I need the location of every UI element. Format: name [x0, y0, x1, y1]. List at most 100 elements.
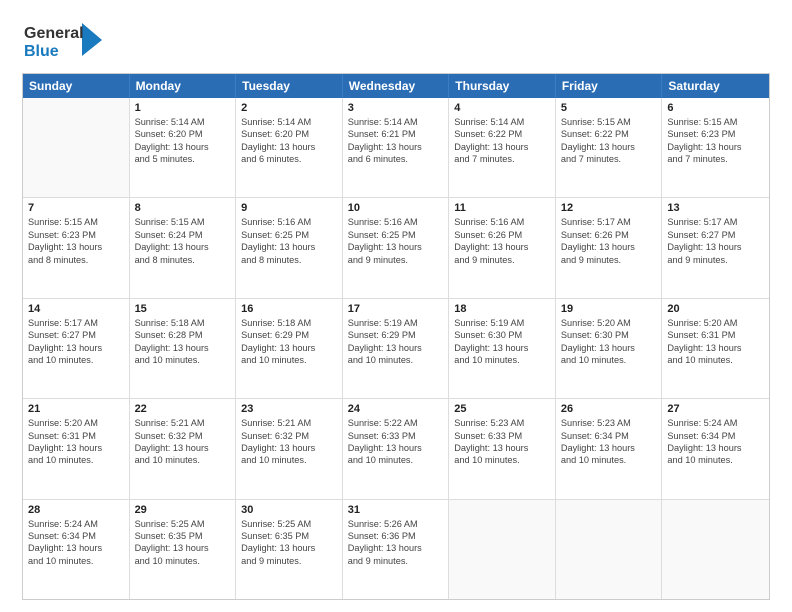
header-day-thursday: Thursday [449, 74, 556, 98]
cell-line: Sunrise: 5:18 AM [241, 317, 337, 329]
cell-line: Sunrise: 5:25 AM [135, 518, 231, 530]
day-number: 21 [28, 403, 124, 415]
cell-line: Sunset: 6:29 PM [348, 329, 444, 341]
calendar-cell-day-10: 10Sunrise: 5:16 AMSunset: 6:25 PMDayligh… [343, 198, 450, 297]
day-number: 19 [561, 303, 657, 315]
cell-line: Daylight: 13 hours [454, 141, 550, 153]
header-day-saturday: Saturday [662, 74, 769, 98]
cell-line: and 10 minutes. [28, 454, 124, 466]
cell-line: Sunrise: 5:24 AM [667, 417, 764, 429]
svg-text:General: General [24, 25, 84, 42]
cell-line: and 10 minutes. [667, 354, 764, 366]
cell-line: Daylight: 13 hours [561, 342, 657, 354]
cell-line: Daylight: 13 hours [667, 442, 764, 454]
cell-line: and 10 minutes. [135, 454, 231, 466]
cell-line: Sunset: 6:32 PM [241, 430, 337, 442]
header-day-tuesday: Tuesday [236, 74, 343, 98]
cell-line: Sunrise: 5:14 AM [135, 116, 231, 128]
calendar-cell-day-19: 19 Sunrise: 5:20 AMSunset: 6:30 PMDayligh… [556, 299, 663, 398]
day-number: 7 [28, 202, 124, 214]
day-number: 2 [241, 102, 337, 114]
cell-line: Sunrise: 5:20 AM [561, 317, 657, 329]
cell-line: Sunset: 6:27 PM [667, 229, 764, 241]
cell-line: Sunset: 6:27 PM [28, 329, 124, 341]
day-number: 1 [135, 102, 231, 114]
day-number: 4 [454, 102, 550, 114]
day-number: 27 [667, 403, 764, 415]
calendar-cell-day-4: 4Sunrise: 5:14 AMSunset: 6:22 PMDaylight… [449, 98, 556, 197]
cell-line: Sunrise: 5:16 AM [241, 216, 337, 228]
calendar-cell-day-11: 11 Sunrise: 5:16 AMSunset: 6:26 PMDayligh… [449, 198, 556, 297]
calendar-cell-day-23: 23Sunrise: 5:21 AMSunset: 6:32 PMDayligh… [236, 399, 343, 498]
cell-line: and 10 minutes. [561, 354, 657, 366]
calendar-cell-day-22: 22Sunrise: 5:21 AMSunset: 6:32 PMDayligh… [130, 399, 237, 498]
calendar-cell-day-2: 2Sunrise: 5:14 AMSunset: 6:20 PMDaylight… [236, 98, 343, 197]
cell-line: Sunrise: 5:25 AM [241, 518, 337, 530]
day-number: 3 [348, 102, 444, 114]
cell-line: Daylight: 13 hours [28, 442, 124, 454]
calendar: SundayMondayTuesdayWednesdayThursdayFrid… [22, 73, 770, 600]
day-number: 31 [348, 504, 444, 516]
cell-line: Sunset: 6:20 PM [241, 128, 337, 140]
cell-line: Sunset: 6:28 PM [135, 329, 231, 341]
day-number: 17 [348, 303, 444, 315]
cell-line: Sunset: 6:21 PM [348, 128, 444, 140]
cell-line: Sunset: 6:30 PM [561, 329, 657, 341]
cell-line: Daylight: 13 hours [28, 342, 124, 354]
cell-line: Sunset: 6:22 PM [561, 128, 657, 140]
calendar-cell-day-25: 25Sunrise: 5:23 AMSunset: 6:33 PMDayligh… [449, 399, 556, 498]
day-number: 12 [561, 202, 657, 214]
day-number: 13 [667, 202, 764, 214]
cell-line: Sunrise: 5:19 AM [348, 317, 444, 329]
cell-line: Sunset: 6:25 PM [241, 229, 337, 241]
cell-line: Daylight: 13 hours [135, 141, 231, 153]
cell-line: Sunset: 6:33 PM [348, 430, 444, 442]
cell-line: Daylight: 13 hours [667, 141, 764, 153]
cell-line: and 10 minutes. [241, 354, 337, 366]
calendar-cell-empty [23, 98, 130, 197]
cell-line: and 6 minutes. [241, 153, 337, 165]
cell-line: and 10 minutes. [667, 454, 764, 466]
day-number: 15 [135, 303, 231, 315]
cell-line: Daylight: 13 hours [348, 442, 444, 454]
day-number: 30 [241, 504, 337, 516]
day-number: 25 [454, 403, 550, 415]
calendar-header: SundayMondayTuesdayWednesdayThursdayFrid… [23, 74, 769, 98]
cell-line: and 10 minutes. [561, 454, 657, 466]
cell-line: Sunset: 6:25 PM [348, 229, 444, 241]
calendar-row-1: 1 Sunrise: 5:14 AM Sunset: 6:20 PM Daylight… [23, 98, 769, 198]
cell-line: Sunrise: 5:20 AM [28, 417, 124, 429]
page: GeneralBlue SundayMondayTuesdayWednesday… [0, 0, 792, 612]
day-number: 10 [348, 202, 444, 214]
calendar-cell-day-28: 28Sunrise: 5:24 AMSunset: 6:34 PMDayligh… [23, 500, 130, 599]
calendar-cell-day-17: 17Sunrise: 5:19 AMSunset: 6:29 PMDayligh… [343, 299, 450, 398]
header-day-friday: Friday [556, 74, 663, 98]
calendar-cell-day-30: 30Sunrise: 5:25 AMSunset: 6:35 PMDayligh… [236, 500, 343, 599]
calendar-cell-day-5: 5Sunrise: 5:15 AMSunset: 6:22 PMDaylight… [556, 98, 663, 197]
cell-line: Sunrise: 5:19 AM [454, 317, 550, 329]
cell-line: Sunrise: 5:23 AM [561, 417, 657, 429]
cell-line: Sunrise: 5:16 AM [454, 216, 550, 228]
calendar-cell-empty [449, 500, 556, 599]
cell-line: and 7 minutes. [454, 153, 550, 165]
cell-line: and 10 minutes. [28, 354, 124, 366]
day-number: 11 [454, 202, 550, 214]
cell-line: Sunrise: 5:14 AM [454, 116, 550, 128]
cell-line: Sunrise: 5:21 AM [241, 417, 337, 429]
cell-line: Daylight: 13 hours [241, 442, 337, 454]
cell-line: Daylight: 13 hours [348, 141, 444, 153]
day-number: 16 [241, 303, 337, 315]
calendar-cell-day-1: 1Sunrise: 5:14 AMSunset: 6:20 PMDaylight… [130, 98, 237, 197]
cell-line: and 9 minutes. [667, 254, 764, 266]
cell-line: Sunset: 6:26 PM [454, 229, 550, 241]
cell-line: and 10 minutes. [135, 354, 231, 366]
calendar-row-2: 7Sunrise: 5:15 AMSunset: 6:23 PMDaylight… [23, 198, 769, 298]
cell-line: Daylight: 13 hours [135, 342, 231, 354]
calendar-row-3: 14Sunrise: 5:17 AMSunset: 6:27 PMDayligh… [23, 299, 769, 399]
cell-line: Sunrise: 5:23 AM [454, 417, 550, 429]
cell-line: Sunrise: 5:17 AM [667, 216, 764, 228]
cell-line: Daylight: 13 hours [454, 241, 550, 253]
cell-line: Sunset: 6:34 PM [561, 430, 657, 442]
calendar-cell-day-13: 13Sunrise: 5:17 AMSunset: 6:27 PMDayligh… [662, 198, 769, 297]
calendar-cell-day-6: 6Sunrise: 5:15 AMSunset: 6:23 PMDaylight… [662, 98, 769, 197]
